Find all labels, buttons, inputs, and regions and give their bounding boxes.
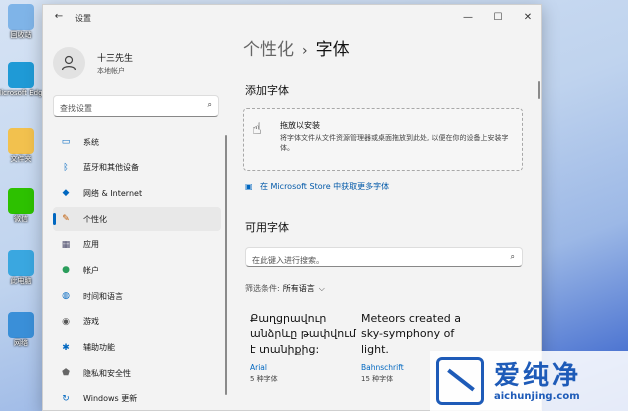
bluetooth-icon: ᛒ <box>63 162 69 173</box>
settings-search-box[interactable]: ⌕ <box>53 95 219 119</box>
sidebar-item[interactable]: ◍ 时间和语言 <box>53 284 221 308</box>
back-arrow-icon[interactable]: ← <box>51 11 67 22</box>
account-type: 本地帐户 <box>97 66 125 75</box>
font-count: 5 种字体 <box>250 375 278 384</box>
drop-zone-title: 拖放以安装 <box>280 121 320 130</box>
edge-icon[interactable] <box>8 62 34 88</box>
store-icon: ▣ <box>245 181 253 191</box>
desktop-icon[interactable]: 网络 <box>2 312 40 348</box>
update-icon: ↻ <box>62 393 70 404</box>
sidebar-item[interactable]: ● 帐户 <box>53 258 221 282</box>
breadcrumb-parent[interactable]: 个性化 <box>243 40 294 60</box>
sidebar-item-label: 游戏 <box>83 317 99 327</box>
sidebar-item-label: 应用 <box>83 240 99 250</box>
sidebar-item-label: 隐私和安全性 <box>83 368 131 378</box>
font-card[interactable]: Քաղցրավուր անձրևը թափվում է տանիքից: Ari… <box>250 311 358 384</box>
desktop-icon-label: 此电脑 <box>10 277 32 285</box>
title-bar: ← 设置 — ☐ ✕ <box>43 5 541 31</box>
sidebar-nav: ▭ 系统 ᛒ 蓝牙和其他设备 ◆ 网络 & Internet ✎ 个性化 ▦ 应用 ● 帐户 ◍ 时间和语… <box>53 130 221 410</box>
computer-icon[interactable] <box>8 250 34 276</box>
drag-hand-icon: ☝ <box>252 119 262 138</box>
sidebar-item[interactable]: ⬟ 隐私和安全性 <box>53 361 221 385</box>
folder-icon[interactable] <box>8 128 34 154</box>
close-button[interactable]: ✕ <box>515 10 541 26</box>
sidebar-item-label: 蓝牙和其他设备 <box>83 163 139 173</box>
account-icon: ● <box>62 265 70 276</box>
sidebar-item-label: 时间和语言 <box>83 291 123 301</box>
available-fonts-heading: 可用字体 <box>245 221 289 234</box>
user-profile[interactable]: 十三先生 本地帐户 <box>53 43 133 83</box>
font-name: Arial <box>250 363 267 373</box>
gamepad-icon: ◉ <box>62 316 70 327</box>
font-drop-zone[interactable]: ☝ 拖放以安装 将字体文件从文件资源管理器或桌面拖放到此处, 以便在你的设备上安… <box>243 108 523 171</box>
filter-value[interactable]: 所有语言 <box>283 284 315 293</box>
sidebar-item-label: 个性化 <box>83 214 107 224</box>
wechat-icon[interactable] <box>8 188 34 214</box>
sidebar-item[interactable]: ↻ Windows 更新 <box>53 387 221 410</box>
sidebar-item[interactable]: ◆ 网络 & Internet <box>53 181 221 205</box>
system-icon: ▭ <box>61 137 71 147</box>
sidebar-item[interactable]: ᛒ 蓝牙和其他设备 <box>53 156 221 180</box>
breadcrumb: 个性化 › 字体 <box>243 35 529 60</box>
network-icon[interactable] <box>8 312 34 338</box>
desktop-icon[interactable]: Microsoft Edge <box>0 62 47 98</box>
main-scrollbar[interactable] <box>538 81 540 99</box>
avatar[interactable] <box>53 47 85 79</box>
store-link[interactable]: ▣ 在 Microsoft Store 中获取更多字体 <box>245 181 389 192</box>
sidebar-item-label: Windows 更新 <box>83 394 138 404</box>
sidebar-item[interactable]: ▭ 系统 <box>53 130 221 154</box>
desktop-icon-label: 回收站 <box>10 31 32 39</box>
desktop-icon-label: 文件夹 <box>10 155 32 163</box>
sidebar-item-label: 网络 & Internet <box>83 188 143 198</box>
shield-icon: ⬟ <box>62 368 70 379</box>
store-link-label[interactable]: 在 Microsoft Store 中获取更多字体 <box>260 181 389 192</box>
sidebar-item[interactable]: ✱ 辅助功能 <box>53 336 221 360</box>
sidebar-item[interactable]: ◉ 游戏 <box>53 310 221 334</box>
sidebar-item[interactable]: ▦ 应用 <box>53 233 221 257</box>
recycle-bin-icon[interactable] <box>8 4 34 30</box>
watermark-text: 爱纯净 <box>494 361 582 391</box>
page-title: 字体 <box>315 40 350 60</box>
search-icon[interactable]: ⌕ <box>511 252 515 262</box>
settings-search-input[interactable] <box>54 98 194 119</box>
minimize-button[interactable]: — <box>455 10 481 26</box>
maximize-button[interactable]: ☐ <box>485 10 511 26</box>
desktop-icon-label: Microsoft Edge <box>0 89 47 97</box>
desktop-icon[interactable]: 微信 <box>2 188 40 224</box>
settings-window: ← 设置 — ☐ ✕ 十三先生 本地帐户 ⌕ ▭ 系统 ᛒ 蓝牙和其他设备 ◆ 网络 & … <box>42 4 542 411</box>
desktop-icon[interactable]: 回收站 <box>2 4 40 40</box>
desktop-icon-label: 网络 <box>14 339 28 347</box>
accessibility-icon: ✱ <box>62 342 70 353</box>
app-title: 设置 <box>75 14 91 23</box>
watermark: 爱纯净 aichunjing.com <box>430 351 628 411</box>
watermark-url: aichunjing.com <box>494 391 580 402</box>
add-fonts-heading: 添加字体 <box>245 84 289 97</box>
desktop-icon[interactable]: 此电脑 <box>2 250 40 286</box>
sidebar-item-label: 帐户 <box>83 265 99 275</box>
desktop-icon-label: 微信 <box>14 215 28 223</box>
desktop-icon[interactable]: 文件夹 <box>2 128 40 164</box>
font-preview: Քաղցրավուր անձրևը թափվում է տանիքից: <box>250 312 356 356</box>
person-icon <box>61 55 77 71</box>
font-search-input[interactable] <box>246 251 496 270</box>
brush-icon: ✎ <box>62 214 70 225</box>
font-search-box[interactable]: ⌕ <box>245 247 523 270</box>
sidebar-item[interactable]: ✎ 个性化 <box>53 207 221 232</box>
apps-icon: ▦ <box>61 239 71 250</box>
chevron-right-icon: › <box>302 43 308 59</box>
wifi-icon: ◆ <box>62 188 70 199</box>
language-filter[interactable]: 筛选条件: 所有语言 ⌵ <box>245 283 325 294</box>
sidebar-scrollbar[interactable] <box>225 135 227 395</box>
drop-zone-description: 将字体文件从文件资源管理器或桌面拖放到此处, 以便在你的设备上安装字体。 <box>280 134 509 153</box>
search-icon[interactable]: ⌕ <box>208 100 212 110</box>
globe-clock-icon: ◍ <box>62 291 70 302</box>
filter-label: 筛选条件: <box>245 284 280 293</box>
sidebar-item-label: 系统 <box>83 137 99 147</box>
watermark-logo-icon <box>436 357 484 405</box>
user-name: 十三先生 <box>97 53 134 64</box>
sidebar-item-label: 辅助功能 <box>83 343 115 352</box>
chevron-down-icon[interactable]: ⌵ <box>319 284 325 293</box>
